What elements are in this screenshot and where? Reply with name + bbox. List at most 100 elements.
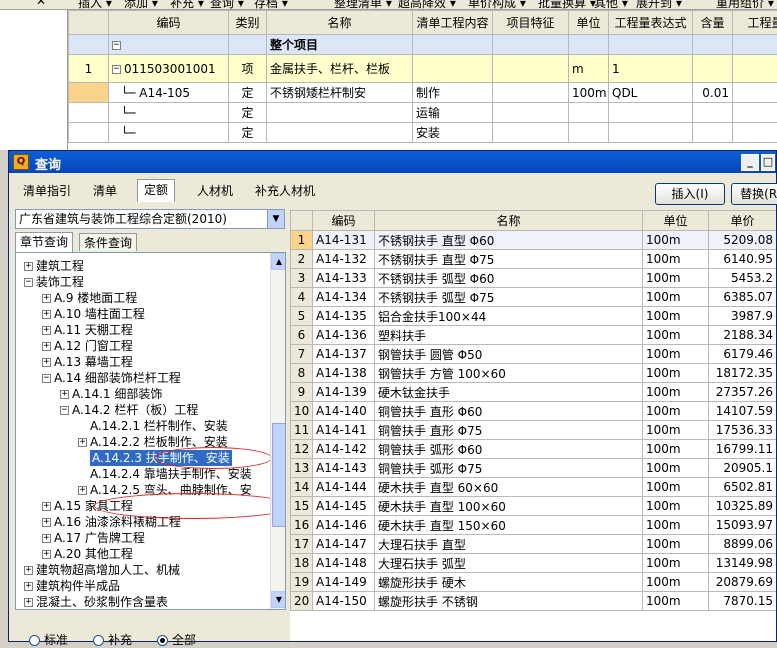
cell-content[interactable] — [413, 55, 493, 83]
cell-code[interactable]: A14-138 — [313, 364, 375, 383]
cell-name[interactable]: 铝合金扶手100×44 — [375, 307, 643, 326]
cell-price[interactable]: 8899.06 — [709, 535, 777, 554]
table-row[interactable]: 11A14-141铜管扶手 直形 Φ75100m17536.33 — [291, 421, 777, 440]
cell-name[interactable]: 不锈钢扶手 直型 Φ60 — [375, 231, 643, 250]
cell-code[interactable]: A14-148 — [313, 554, 375, 573]
collapse-icon[interactable]: − — [112, 41, 121, 50]
tree-node[interactable]: +建筑构件半成品 — [24, 578, 120, 594]
cell-unit[interactable]: 100m — [569, 83, 609, 103]
cell-code[interactable]: A14-141 — [313, 421, 375, 440]
cell-name[interactable]: 不锈钢扶手 直型 Φ75 — [375, 250, 643, 269]
cell-qty[interactable] — [733, 55, 777, 83]
expand-icon[interactable]: + — [78, 486, 87, 495]
cell-price[interactable]: 17536.33 — [709, 421, 777, 440]
cell-unit[interactable]: 100m — [643, 440, 709, 459]
cell-price[interactable]: 18172.35 — [709, 364, 777, 383]
cell-code[interactable]: A14-143 — [313, 459, 375, 478]
collapse-icon[interactable]: − — [60, 406, 69, 415]
tree-node[interactable]: +A.11 天棚工程 — [42, 322, 133, 338]
table-row[interactable]: 17A14-147大理石扶手 直型100m8899.06 — [291, 535, 777, 554]
cell-ratio[interactable] — [693, 55, 733, 83]
cell-name[interactable]: 硬木扶手 直型 100×60 — [375, 497, 643, 516]
cell-code[interactable]: └─ — [109, 123, 229, 143]
tree-node[interactable]: +建筑物超高增加人工、机械 — [24, 562, 180, 578]
cell-expr[interactable]: 1 — [609, 55, 693, 83]
table-row[interactable]: 10A14-140铜管扶手 直形 Φ60100m14107.59 — [291, 402, 777, 421]
cell-unit[interactable]: 100m — [643, 345, 709, 364]
cell-name[interactable] — [267, 103, 413, 123]
cell-unit[interactable]: 100m — [643, 535, 709, 554]
tree-node[interactable]: +A.9 楼地面工程 — [42, 290, 137, 306]
chapter-tree[interactable]: +建筑工程−装饰工程+A.9 楼地面工程+A.10 墙柱面工程+A.11 天棚工… — [15, 252, 286, 610]
cell-type[interactable]: 定 — [229, 103, 267, 123]
tab-bill-guide[interactable]: 清单指引 — [17, 181, 77, 201]
table-row[interactable]: 12A14-142铜管扶手 弧形 Φ60100m16799.11 — [291, 440, 777, 459]
header-unit[interactable]: 单位 — [569, 11, 609, 35]
cell-price[interactable]: 10325.89 — [709, 497, 777, 516]
cell-name[interactable]: 铜管扶手 直形 Φ75 — [375, 421, 643, 440]
cell-name[interactable]: 钢管扶手 方管 100×60 — [375, 364, 643, 383]
cell-name[interactable]: 塑料扶手 — [375, 326, 643, 345]
cell-qty[interactable] — [733, 103, 777, 123]
cell-unit[interactable]: 100m — [643, 307, 709, 326]
table-row[interactable]: 7A14-137钢管扶手 圆管 Φ50100m6179.46 — [291, 345, 777, 364]
cell-price[interactable]: 6140.95 — [709, 250, 777, 269]
cell-price[interactable]: 14107.59 — [709, 402, 777, 421]
cell-name[interactable]: 硬木扶手 直型 60×60 — [375, 478, 643, 497]
cell-unit[interactable]: 100m — [643, 459, 709, 478]
minimize-icon[interactable]: _ — [741, 154, 759, 171]
cell-name[interactable]: 铜管扶手 弧形 Φ75 — [375, 459, 643, 478]
cell-unit[interactable]: 100m — [643, 478, 709, 497]
scroll-thumb[interactable] — [272, 423, 286, 527]
cell-ratio[interactable] — [693, 103, 733, 123]
collapse-icon[interactable]: − — [24, 278, 33, 287]
tab-condition-query[interactable]: 条件查询 — [79, 233, 137, 251]
cell-name[interactable]: 不锈钢矮栏杆制安 — [267, 83, 413, 103]
table-row[interactable]: 4A14-134不锈钢扶手 弧型 Φ75100m6385.07 — [291, 288, 777, 307]
toolbar-menu-item[interactable]: 单价构成 ▾ — [468, 0, 526, 10]
table-row[interactable]: 14A14-144硬木扶手 直型 60×60100m6502.81 — [291, 478, 777, 497]
expand-icon[interactable]: + — [42, 502, 51, 511]
tree-node[interactable]: +A.12 门窗工程 — [42, 338, 133, 354]
cell-price[interactable]: 27357.26 — [709, 383, 777, 402]
cell-expr[interactable] — [609, 123, 693, 143]
tree-node[interactable]: +A.13 幕墙工程 — [42, 354, 133, 370]
tree-node[interactable]: +A.17 广告牌工程 — [42, 530, 145, 546]
cell-code[interactable]: A14-133 — [313, 269, 375, 288]
expand-icon[interactable]: + — [42, 518, 51, 527]
cell-unit[interactable]: 100m — [643, 269, 709, 288]
table-row[interactable]: 2A14-132不锈钢扶手 直型 Φ75100m6140.95 — [291, 250, 777, 269]
collapse-icon[interactable]: − — [112, 65, 121, 74]
quota-library-select[interactable]: 广东省建筑与装饰工程综合定额(2010) ▼ — [15, 209, 285, 229]
table-row[interactable]: 6A14-136塑料扶手100m2188.34 — [291, 326, 777, 345]
cell-name[interactable]: 螺旋形扶手 不锈钢 — [375, 592, 643, 611]
scroll-down-icon[interactable]: ▼ — [271, 591, 286, 608]
cell-content[interactable] — [413, 35, 493, 55]
cell-unit[interactable]: 100m — [643, 421, 709, 440]
expand-icon[interactable]: + — [42, 310, 51, 319]
cell-name[interactable]: 金属扶手、栏杆、栏板 — [267, 55, 413, 83]
cell-price[interactable]: 3987.9 — [709, 307, 777, 326]
cell-code[interactable]: A14-134 — [313, 288, 375, 307]
table-row[interactable]: − 整个项目 — [69, 35, 777, 55]
cell-price[interactable]: 5209.08 — [709, 231, 777, 250]
expand-icon[interactable]: + — [78, 438, 87, 447]
cell-code[interactable]: A14-144 — [313, 478, 375, 497]
cell-name[interactable]: 钢管扶手 圆管 Φ50 — [375, 345, 643, 364]
toolbar-menu-item[interactable]: 超高降效 ▾ — [398, 0, 456, 10]
cell-unit[interactable]: 100m — [643, 516, 709, 535]
table-row[interactable]: 13A14-143铜管扶手 弧形 Φ75100m20905.1 — [291, 459, 777, 478]
expand-icon[interactable]: + — [24, 582, 33, 591]
cell-type[interactable]: 定 — [229, 83, 267, 103]
table-row[interactable]: └─ A14-105 定 不锈钢矮栏杆制安 制作 100m QDL 0.01 0… — [69, 83, 777, 103]
cell-unit[interactable] — [569, 103, 609, 123]
expand-icon[interactable]: + — [24, 598, 33, 607]
cell-price[interactable]: 2188.34 — [709, 326, 777, 345]
cell-name[interactable] — [267, 123, 413, 143]
table-row[interactable]: 16A14-146硬木扶手 直型 150×60100m15093.97 — [291, 516, 777, 535]
header-name[interactable]: 名称 — [375, 211, 643, 231]
cell-code[interactable]: └─ A14-105 — [109, 83, 229, 103]
header-content[interactable]: 清单工程内容 — [413, 11, 493, 35]
header-unit[interactable]: 单位 — [643, 211, 709, 231]
tree-node[interactable]: −装饰工程 — [24, 274, 84, 290]
